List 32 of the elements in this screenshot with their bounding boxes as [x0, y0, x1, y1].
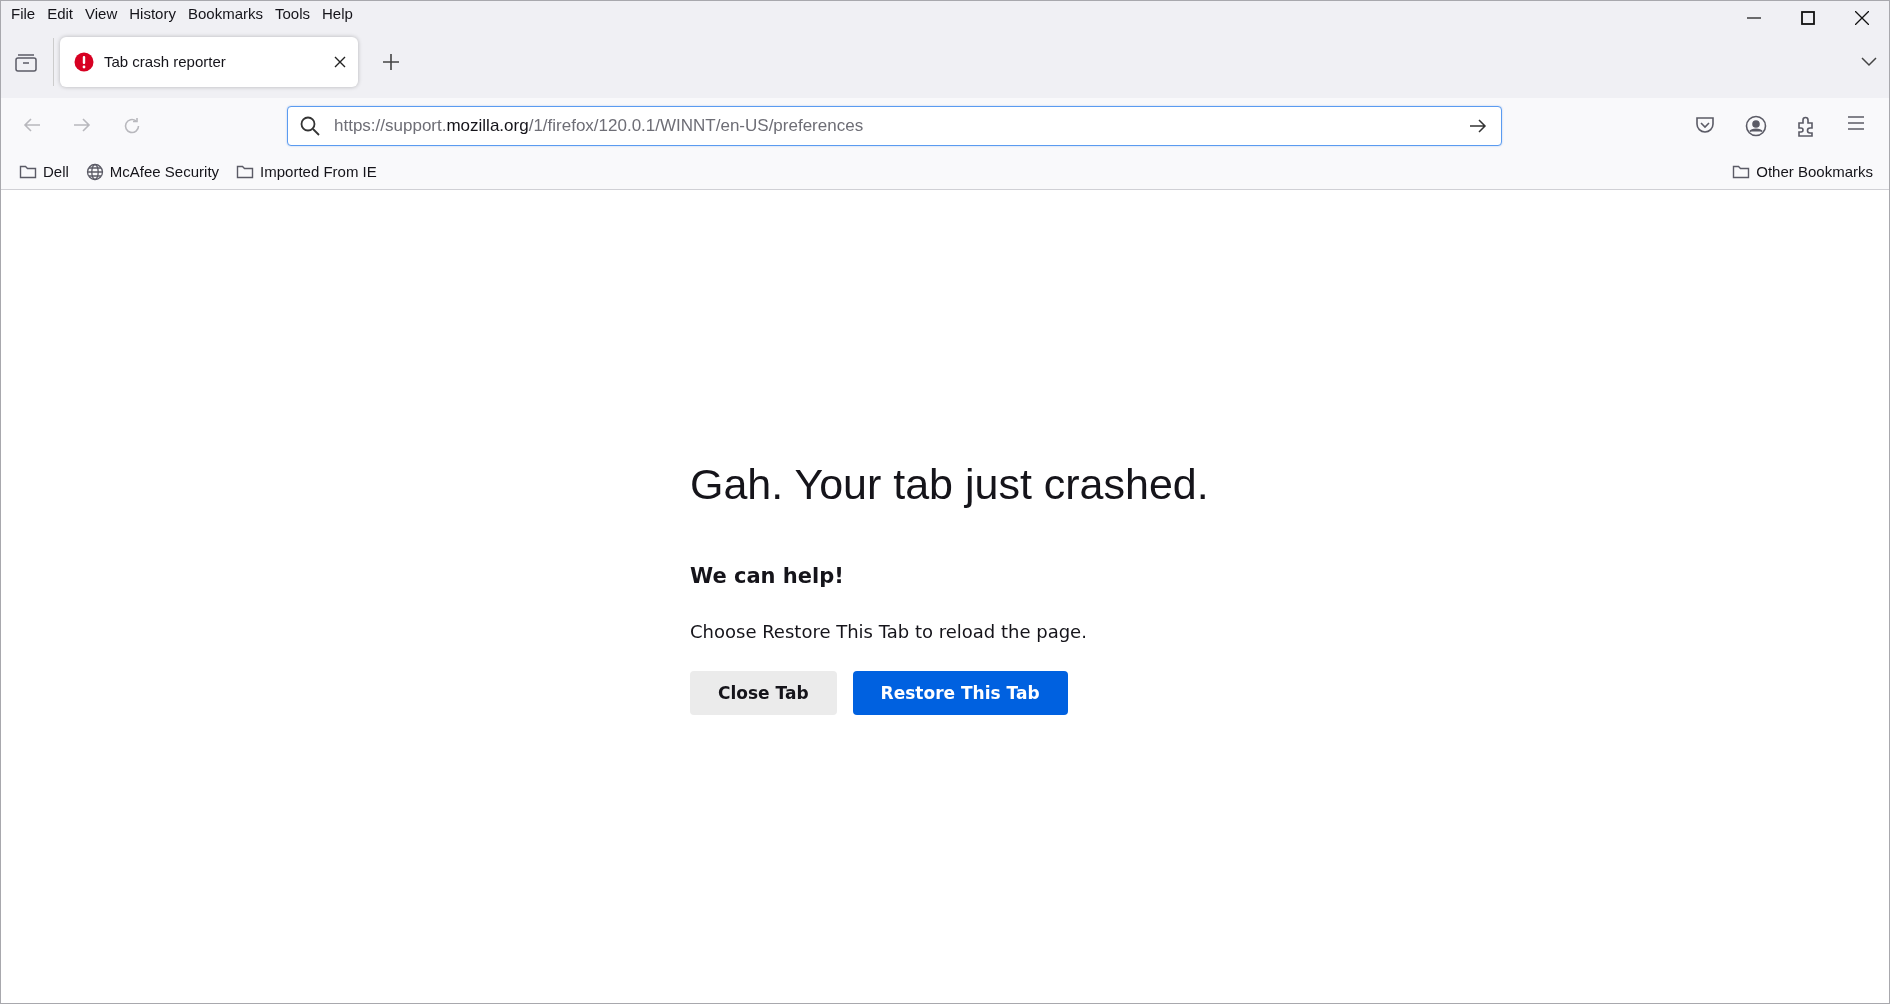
menu-item[interactable]: Bookmarks: [181, 2, 269, 24]
search-icon: [300, 116, 320, 136]
tab-list-icon[interactable]: [15, 51, 37, 72]
new-tab-icon[interactable]: [382, 52, 400, 71]
folder-icon: [19, 163, 37, 180]
folder-icon: [236, 163, 255, 180]
account-icon[interactable]: [1745, 115, 1767, 137]
crash-heading: Gah. Your tab just crashed.: [690, 459, 1209, 510]
bookmark[interactable]: Imported From IE: [236, 162, 377, 181]
close-tab-icon[interactable]: [334, 55, 346, 68]
chevron-down-icon[interactable]: [1861, 56, 1877, 67]
bookmark[interactable]: McAfee Security: [85, 162, 220, 181]
globe-icon: [85, 162, 104, 181]
go-arrow-icon[interactable]: [1469, 118, 1487, 134]
restore-hint: Choose Restore This Tab to reload the page.: [690, 620, 1088, 644]
bookmark[interactable]: Dell: [19, 162, 69, 181]
menu-item[interactable]: History: [123, 2, 182, 24]
tab-title: Tab crash reporter: [104, 53, 227, 70]
close-tab-button[interactable]: Close Tab: [690, 671, 837, 715]
menu-item[interactable]: Edit: [41, 2, 80, 24]
menu-item[interactable]: File: [5, 2, 42, 24]
menu-item[interactable]: Tools: [269, 2, 316, 24]
folder-icon: [1732, 163, 1751, 180]
menu-item[interactable]: Help: [316, 2, 359, 24]
browser-tab[interactable]: Tab crash reporter: [60, 36, 358, 87]
error-icon: [74, 51, 94, 72]
restore-tab-button[interactable]: Restore This Tab: [852, 671, 1068, 715]
bookmark[interactable]: Other Bookmarks: [1732, 163, 1873, 180]
help-heading: We can help!: [690, 563, 845, 590]
menu-item[interactable]: View: [79, 2, 124, 24]
pocket-icon[interactable]: [1695, 115, 1715, 135]
menu-icon[interactable]: [1847, 115, 1865, 131]
